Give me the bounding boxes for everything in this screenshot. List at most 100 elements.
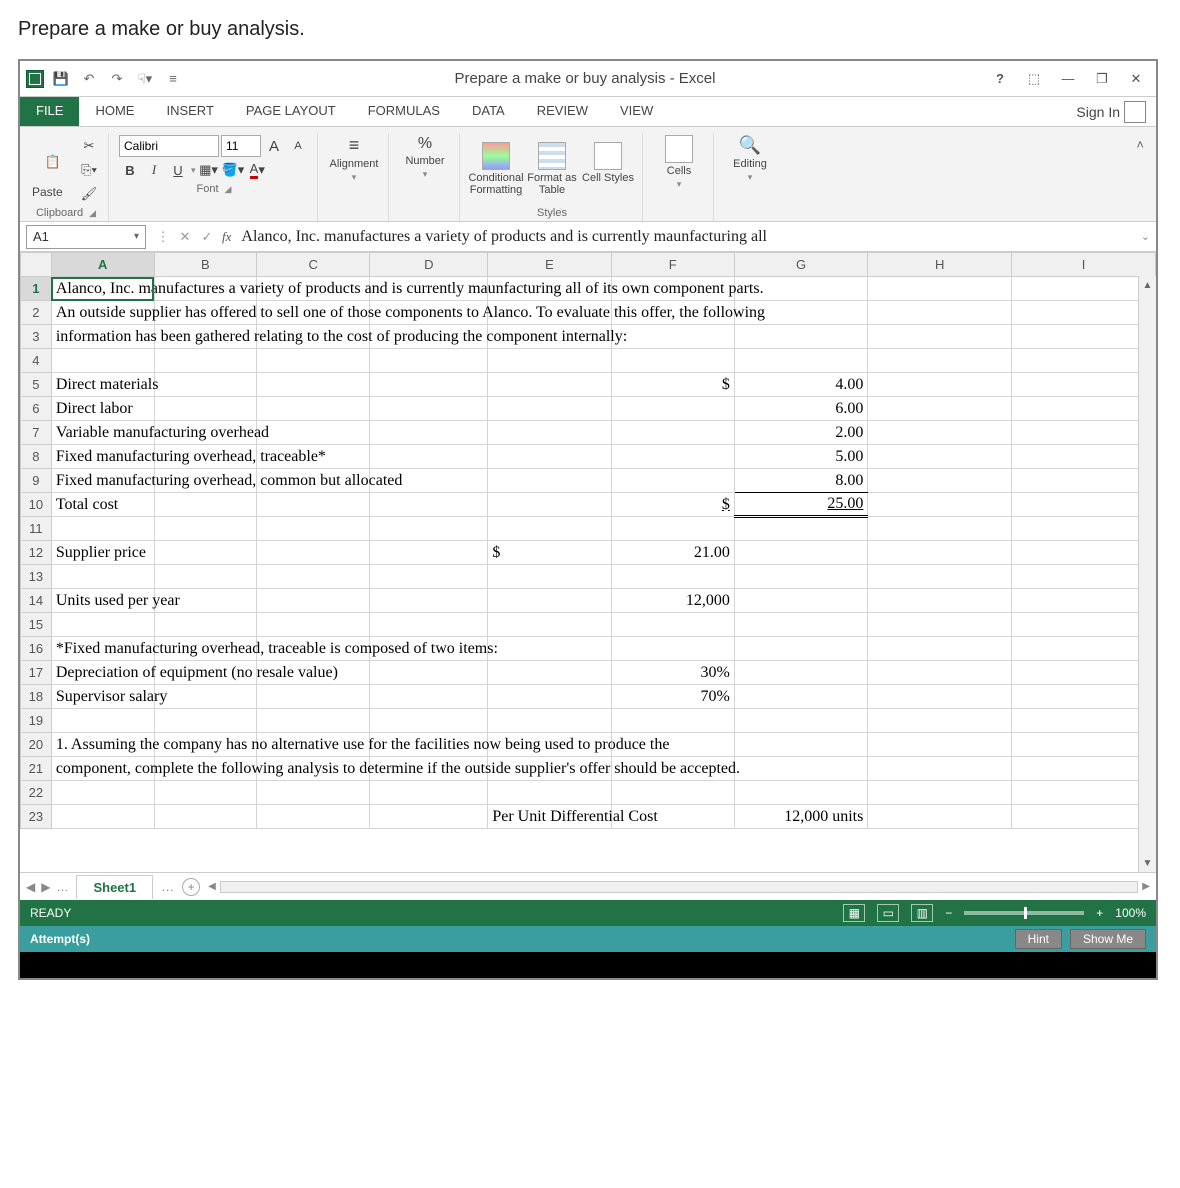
cell-E5[interactable] [488,373,611,397]
row-header-3[interactable]: 3 [21,325,52,349]
row-header-22[interactable]: 22 [21,781,52,805]
row-header-11[interactable]: 11 [21,517,52,541]
cell-C12[interactable] [257,541,370,565]
cell-F18[interactable]: 70% [611,685,734,709]
zoom-level[interactable]: 100% [1115,906,1146,920]
cell-H20[interactable] [868,733,1012,757]
cell-H17[interactable] [868,661,1012,685]
cell-A21[interactable]: component, complete the following analys… [51,757,154,781]
help-icon[interactable]: ? [986,68,1014,90]
cell-A18[interactable]: Supervisor salary [51,685,154,709]
tab-formulas[interactable]: FORMULAS [352,97,456,126]
row-header-4[interactable]: 4 [21,349,52,373]
sheet-tab-sheet1[interactable]: Sheet1 [76,875,153,899]
scroll-down-icon[interactable]: ▼ [1139,854,1156,872]
cell-C5[interactable] [257,373,370,397]
horizontal-scrollbar[interactable] [220,881,1138,893]
cell-H15[interactable] [868,613,1012,637]
qat-touch-icon[interactable]: ☟▾ [134,68,156,90]
restore-icon[interactable]: ❐ [1088,68,1116,90]
cell-styles-button[interactable]: Cell Styles [582,142,634,198]
add-sheet-button[interactable]: + [182,878,200,896]
tab-insert[interactable]: INSERT [150,97,229,126]
cell-D12[interactable] [370,541,488,565]
cell-E14[interactable] [488,589,611,613]
shrink-font-icon[interactable]: A [287,135,309,157]
cell-E6[interactable] [488,397,611,421]
cell-E9[interactable] [488,469,611,493]
cell-G4[interactable] [734,349,868,373]
col-header-D[interactable]: D [370,253,488,277]
name-box-dropdown-icon[interactable]: ▾ [134,231,139,242]
collapse-ribbon-icon[interactable]: ˄ [1128,133,1152,221]
col-header-F[interactable]: F [611,253,734,277]
cell-G14[interactable] [734,589,868,613]
name-box[interactable]: A1 ▾ [26,225,146,249]
cell-I15[interactable] [1012,613,1156,637]
cell-A10[interactable]: Total cost [51,493,154,517]
cell-E22[interactable] [488,781,611,805]
cell-G18[interactable] [734,685,868,709]
cell-D6[interactable] [370,397,488,421]
cell-G13[interactable] [734,565,868,589]
cell-C6[interactable] [257,397,370,421]
cells-button[interactable]: Cells▾ [653,135,705,191]
cell-I13[interactable] [1012,565,1156,589]
cell-H16[interactable] [868,637,1012,661]
cell-H2[interactable] [868,301,1012,325]
tab-view[interactable]: VIEW [604,97,669,126]
cell-H12[interactable] [868,541,1012,565]
cell-A3[interactable]: information has been gathered relating t… [51,325,154,349]
bold-button[interactable]: B [119,159,141,181]
qat-redo-icon[interactable]: ↷ [106,68,128,90]
row-header-2[interactable]: 2 [21,301,52,325]
format-as-table-button[interactable]: Format as Table [526,142,578,198]
row-header-1[interactable]: 1 [21,277,52,301]
cell-A6[interactable]: Direct labor [51,397,154,421]
cell-C13[interactable] [257,565,370,589]
row-header-5[interactable]: 5 [21,373,52,397]
cell-B23[interactable] [154,805,257,829]
cell-F9[interactable] [611,469,734,493]
format-painter-icon[interactable]: 🖌 [78,183,100,205]
col-header-G[interactable]: G [734,253,868,277]
cell-B12[interactable] [154,541,257,565]
ribbon-display-icon[interactable]: ⬚ [1020,68,1048,90]
cell-A22[interactable] [51,781,154,805]
cell-F7[interactable] [611,421,734,445]
cell-A9[interactable]: Fixed manufacturing overhead, common but… [51,469,154,493]
cell-H9[interactable] [868,469,1012,493]
cell-C14[interactable] [257,589,370,613]
cell-G17[interactable] [734,661,868,685]
cell-D8[interactable] [370,445,488,469]
cell-F17[interactable]: 30% [611,661,734,685]
cell-B11[interactable] [154,517,257,541]
font-name-select[interactable] [119,135,219,157]
cell-E12[interactable]: $ [488,541,611,565]
cell-D5[interactable] [370,373,488,397]
cell-E19[interactable] [488,709,611,733]
cell-H1[interactable] [868,277,1012,301]
cell-G23[interactable]: 12,000 units [734,805,868,829]
italic-button[interactable]: I [143,159,165,181]
hscroll-left-icon[interactable]: ◀ [208,881,216,892]
cell-I16[interactable] [1012,637,1156,661]
cell-H18[interactable] [868,685,1012,709]
row-header-17[interactable]: 17 [21,661,52,685]
cell-D15[interactable] [370,613,488,637]
cell-F14[interactable]: 12,000 [611,589,734,613]
cell-F5[interactable]: $ [611,373,734,397]
cell-A11[interactable] [51,517,154,541]
cell-E13[interactable] [488,565,611,589]
font-launcher-icon[interactable]: ◢ [225,184,232,195]
cell-C23[interactable] [257,805,370,829]
cell-B4[interactable] [154,349,257,373]
cell-G12[interactable] [734,541,868,565]
cell-B6[interactable] [154,397,257,421]
cell-H5[interactable] [868,373,1012,397]
cell-F13[interactable] [611,565,734,589]
cell-G16[interactable] [734,637,868,661]
cell-B13[interactable] [154,565,257,589]
fill-color-icon[interactable]: 🪣▾ [222,159,245,181]
cell-A12[interactable]: Supplier price [51,541,154,565]
